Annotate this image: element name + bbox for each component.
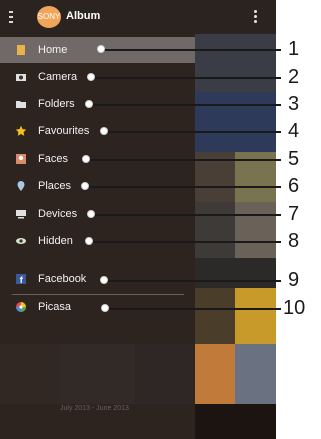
callout-line [89, 104, 281, 106]
callout-line [91, 214, 281, 216]
location-pin-icon [17, 181, 25, 191]
drawer-item-label: Hidden [38, 235, 73, 247]
callout-number: 2 [288, 66, 300, 88]
picasa-icon [16, 302, 26, 312]
callout-line [85, 186, 281, 188]
phone-screen: SONY Album Home Camera Folders Favourite… [0, 0, 276, 439]
callout-dot [100, 127, 108, 135]
eye-icon [16, 238, 26, 244]
callout-number: 4 [288, 120, 300, 142]
navigation-drawer: Home Camera Folders Favourites Faces Pla… [0, 34, 195, 439]
drawer-item-label: Devices [38, 208, 78, 220]
drawer-item-label: Faces [38, 153, 68, 165]
overflow-menu-icon[interactable] [254, 10, 257, 24]
callout-line [104, 131, 281, 133]
callout-dot [87, 73, 95, 81]
callout-dot [85, 237, 93, 245]
camera-icon [16, 74, 26, 81]
app-title: Album [66, 10, 101, 22]
callout-number: 8 [288, 230, 300, 252]
star-icon [15, 125, 27, 136]
callout-line [105, 308, 281, 310]
drawer-item-label: Folders [38, 98, 75, 110]
face-icon [16, 154, 26, 164]
drawer-item-label: Facebook [38, 273, 87, 285]
drawer-item-facebook[interactable]: f Facebook [0, 266, 195, 292]
app-bar: SONY Album [0, 0, 276, 34]
drawer-item-label: Places [38, 180, 72, 192]
callout-number: 7 [288, 203, 300, 225]
callout-line [101, 49, 281, 51]
callout-number: 5 [288, 148, 300, 170]
facebook-icon: f [16, 274, 26, 285]
drawer-item-label: Home [38, 44, 68, 56]
date-range-label: July 2013 - June 2013 [60, 405, 129, 412]
drawer-item-picasa[interactable]: Picasa [0, 294, 195, 320]
home-icon [17, 45, 25, 55]
devices-icon [16, 210, 26, 219]
callout-dot [82, 155, 90, 163]
album-logo: SONY [37, 6, 61, 28]
callout-number: 9 [288, 269, 300, 291]
callout-dot [81, 182, 89, 190]
folder-icon [16, 101, 26, 108]
drawer-item-label: Camera [38, 71, 78, 83]
drawer-item-label: Favourites [38, 125, 90, 137]
drawer-menu-icon[interactable] [9, 11, 13, 23]
callout-line [104, 280, 281, 282]
callout-dot [85, 100, 93, 108]
callout-line [86, 159, 281, 161]
callout-number: 6 [288, 175, 300, 197]
callout-dot [101, 304, 109, 312]
callout-dot [100, 276, 108, 284]
callout-number: 10 [283, 297, 306, 319]
callout-number: 1 [288, 38, 300, 60]
callout-dot [97, 45, 105, 53]
callout-line [89, 241, 281, 243]
callout-line [91, 77, 281, 79]
drawer-item-label: Picasa [38, 301, 72, 313]
callout-dot [87, 210, 95, 218]
callout-number: 3 [288, 93, 300, 115]
